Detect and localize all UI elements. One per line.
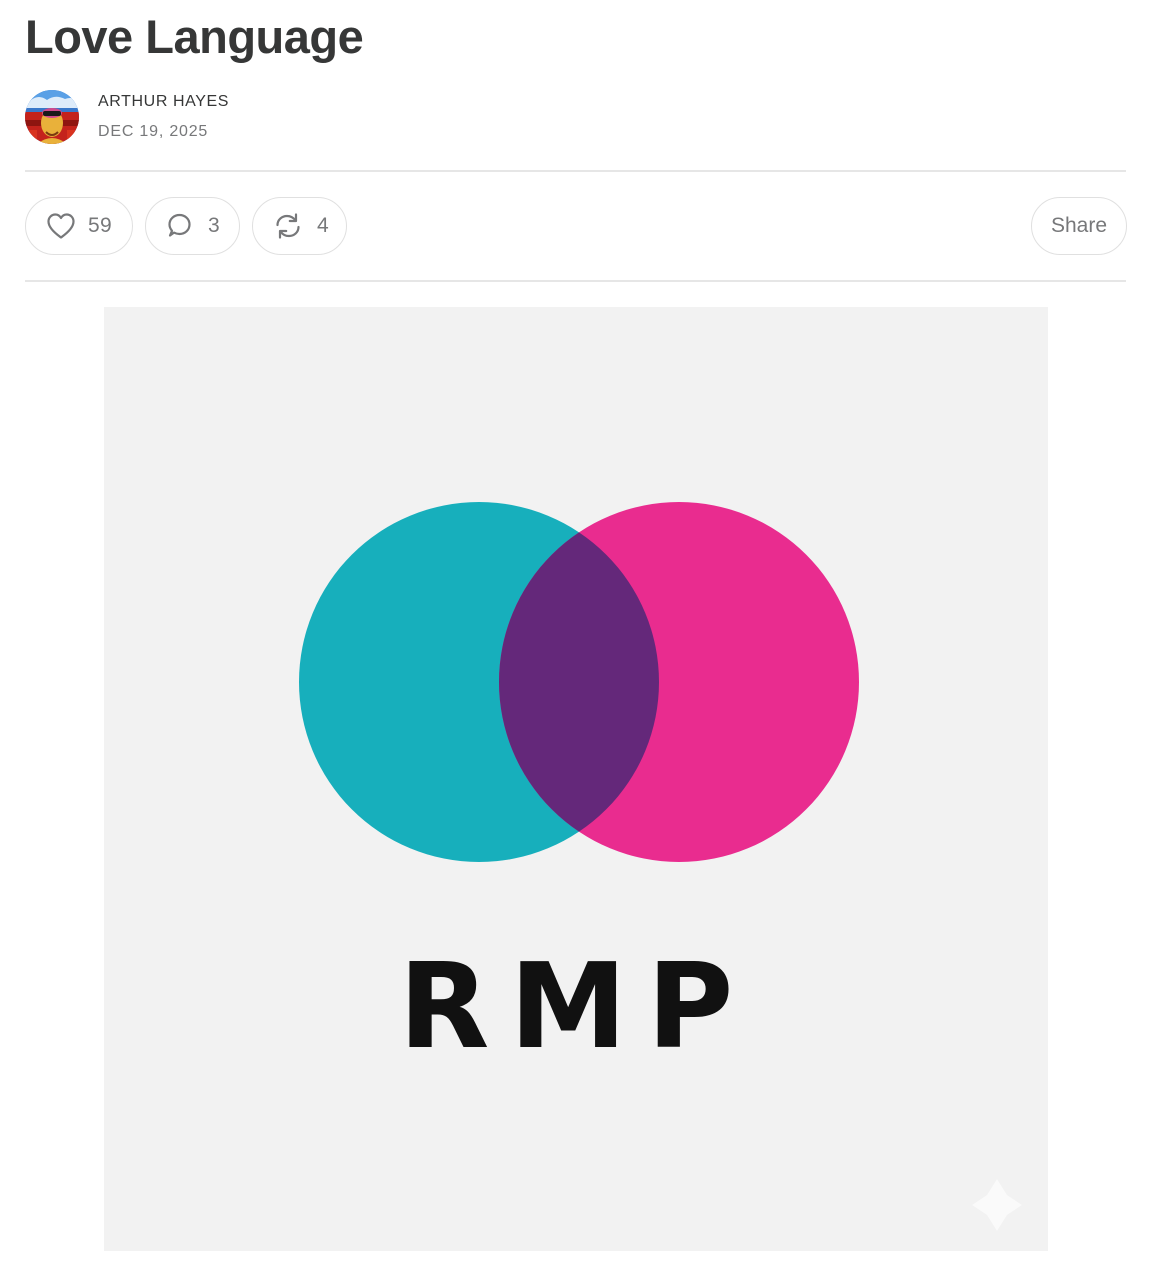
share-button[interactable]: Share	[1031, 197, 1127, 255]
byline: ARTHUR HAYES DEC 19, 2025	[25, 90, 625, 144]
post-title: Love Language	[25, 10, 364, 63]
restack-button[interactable]: 4	[252, 197, 347, 255]
post-date: DEC 19, 2025	[98, 123, 209, 140]
author-name[interactable]: ARTHUR HAYES	[98, 93, 229, 111]
post-image[interactable]: RMP	[104, 307, 1048, 1251]
divider	[25, 170, 1126, 172]
share-label: Share	[1050, 214, 1108, 237]
divider	[25, 280, 1126, 282]
comment-icon	[164, 212, 194, 240]
like-button[interactable]: 59	[25, 197, 133, 255]
like-count: 59	[88, 214, 112, 237]
logo-text: RMP	[399, 937, 754, 1075]
comment-button[interactable]: 3	[145, 197, 240, 255]
comment-count: 3	[208, 214, 220, 237]
restack-icon	[273, 212, 303, 240]
restack-count: 4	[317, 214, 329, 237]
avatar[interactable]	[25, 90, 79, 144]
heart-icon	[46, 212, 76, 240]
